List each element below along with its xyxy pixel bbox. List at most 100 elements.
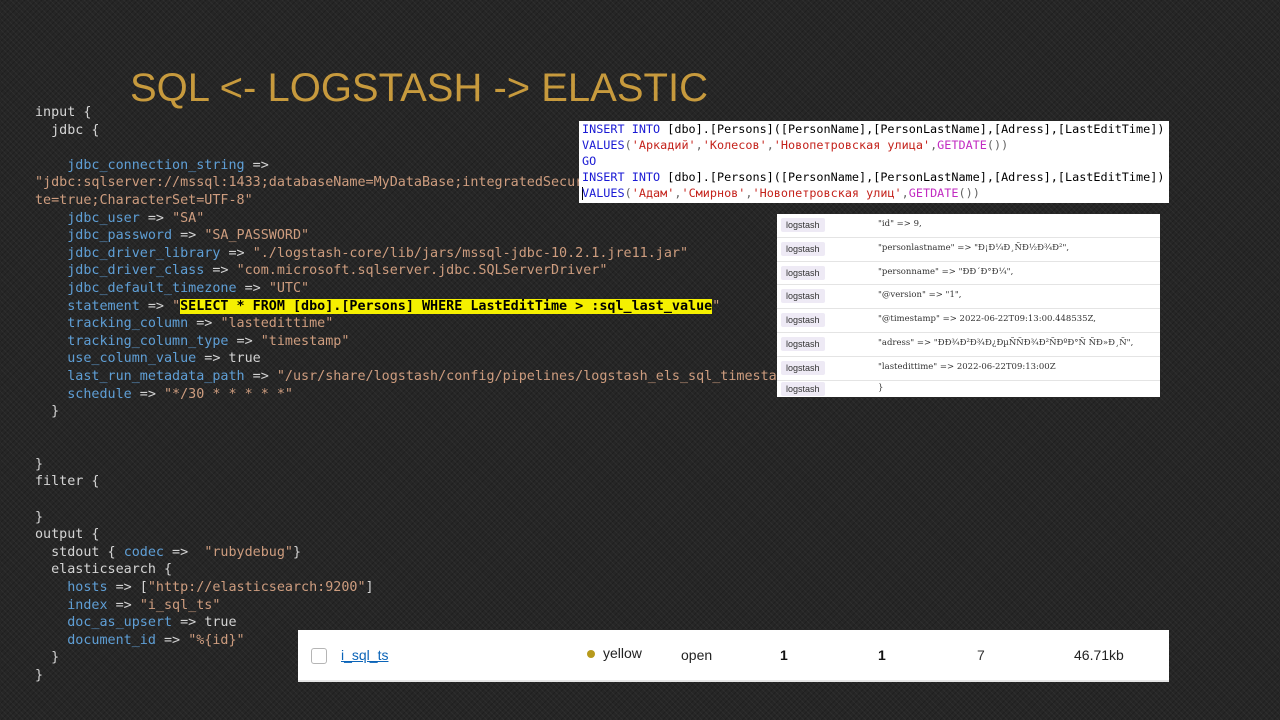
use-column-value-value: true: [228, 351, 261, 367]
row-select-checkbox[interactable]: [311, 648, 327, 664]
code-line: stdout { codec => "rubydebug"}: [35, 544, 302, 560]
sql-table: [dbo].[Persons]: [667, 170, 774, 184]
logstash-tag: logstash: [781, 313, 825, 328]
sql-columns: ([PersonName],[PersonLastName],[Adress],…: [773, 122, 1165, 136]
hosts-value: "http://elasticsearch:9200": [147, 580, 366, 596]
jdbc-user-key: jdbc_user: [67, 210, 140, 226]
jdbc-user-value: "SA": [172, 210, 205, 226]
log-message: "lastedittime" => 2022-06-22T09:13:00Z: [878, 361, 1056, 372]
index-name-link[interactable]: i_sql_ts: [341, 647, 388, 663]
logstash-tag: logstash: [781, 360, 825, 375]
document-id-key: document_id: [67, 632, 156, 648]
sql-line: VALUES('Адам','Смирнов','Новопетровская …: [582, 186, 980, 200]
sql-value: 'Новопетровская улиц': [752, 186, 902, 200]
code-line: jdbc_user => "SA": [67, 210, 205, 226]
code-line: jdbc_default_timezone => "UTC": [67, 280, 310, 296]
code-line: filter {: [35, 473, 875, 491]
schedule-value: "*/30 * * * * *": [164, 386, 293, 402]
tracking-column-type-value: "timestamp": [260, 333, 350, 349]
code-line: schedule => "*/30 * * * * *": [67, 386, 293, 402]
log-row: logstash "personname" => "ÐÐ´Ð°Ð¼",: [777, 262, 1160, 286]
tracking-column-type-key: tracking_column_type: [67, 333, 229, 349]
index-value: "i_sql_ts": [139, 597, 221, 613]
log-row: logstash "@version" => "1",: [777, 285, 1160, 310]
code-line: elasticsearch {: [35, 561, 875, 579]
code-line: use_column_value => true: [67, 351, 261, 367]
logstash-output-panel: logstash "id" => 9, logstash "personlastna…: [777, 214, 1160, 397]
code-line: jdbc_driver_library => "./logstash-core/…: [67, 245, 689, 261]
sql-line: INSERT INTO [dbo].[Persons]([PersonName]…: [582, 169, 1169, 185]
default-timezone-value: "UTC": [268, 280, 310, 296]
sql-value: 'Аркадий': [631, 138, 696, 152]
log-row: logstash "lastedittime" => 2022-06-22T09:…: [777, 357, 1160, 381]
code-line: jdbc_password => "SA_PASSWORD": [67, 228, 310, 244]
index-health: yellow: [603, 645, 642, 661]
log-message: "@version" => "1",: [878, 290, 962, 301]
codec-key: codec: [123, 544, 164, 560]
code-line: tracking_column => "lastedittime": [67, 316, 334, 332]
code-line: }: [35, 456, 875, 474]
jdbc-password-key: jdbc_password: [67, 228, 173, 244]
document-id-value: "%{id}": [188, 632, 245, 648]
input-block-open: input {: [35, 105, 92, 120]
logstash-tag: logstash: [781, 336, 825, 351]
use-column-value-key: use_column_value: [67, 351, 197, 367]
index-replicas: 1: [878, 647, 886, 663]
sql-getdate-function: GETDATE: [908, 186, 959, 200]
arrow-operator: =>: [244, 157, 269, 173]
sql-columns: ([PersonName],[PersonLastName],[Adress],…: [773, 170, 1165, 184]
elasticsearch-block-close: }: [35, 650, 60, 666]
logstash-tag: logstash: [781, 241, 825, 256]
code-line: jdbc_driver_class => "com.microsoft.sqls…: [67, 263, 608, 279]
index-docs-count: 7: [977, 647, 985, 663]
log-message: "adress" => "ÐÐ¾Ð²Ð¾Ð¿ÐµÑÑÐ¾Ð²ÑÐºÐ°Ñ ÑÐ»…: [878, 337, 1134, 348]
index-status: open: [681, 647, 713, 663]
sql-value: 'Смирнов': [681, 186, 746, 200]
sql-line: GO: [582, 153, 1169, 169]
index-table-row: i_sql_ts yellow open 1 1 7 46.71kb: [298, 630, 1169, 682]
connection-string-value-cont: te=true;CharacterSet=UTF-8": [35, 192, 253, 208]
logstash-tag: logstash: [781, 265, 825, 280]
schedule-key: schedule: [67, 386, 132, 402]
sql-value: 'Новопетровская улица': [773, 138, 931, 152]
statement-key: statement: [67, 298, 140, 314]
hosts-key: hosts: [67, 580, 108, 596]
sql-values-keyword: VALUES: [582, 138, 625, 152]
driver-class-value: "com.microsoft.sqlserver.jdbc.SQLServerD…: [236, 263, 608, 279]
driver-library-value: "./logstash-core/lib/jars/mssql-jdbc-10.…: [252, 245, 689, 261]
code-line: tracking_column_type => "timestamp": [67, 333, 350, 349]
log-message: "personlastname" => "Ð¡Ð¼Ð¸ÑÐ½Ð¾Ð²",: [878, 242, 1070, 253]
doc-as-upsert-value: true: [204, 615, 237, 631]
code-line: output {: [35, 526, 875, 544]
index-primaries: 1: [780, 647, 788, 663]
sql-insert-panel: INSERT INTO [dbo].[Persons]([PersonName]…: [579, 121, 1169, 203]
log-row: logstash "id" => 9,: [777, 214, 1160, 238]
sql-table: [dbo].[Persons]: [667, 122, 774, 136]
log-message: "id" => 9,: [878, 219, 922, 229]
connection-string-key: jdbc_connection_string: [67, 157, 245, 173]
logstash-tag: logstash: [781, 381, 825, 396]
code-line: input {: [35, 104, 875, 122]
sql-value: 'Колесов': [702, 138, 767, 152]
jdbc-password-value: "SA_PASSWORD": [204, 228, 310, 244]
connection-string-value: "jdbc:sqlserver://mssql:1433;databaseNam…: [35, 175, 584, 191]
stdout-block-open: stdout {: [35, 544, 116, 560]
default-timezone-key: jdbc_default_timezone: [67, 280, 237, 296]
tracking-column-value: "lastedittime": [220, 316, 334, 332]
code-line: }: [35, 403, 875, 421]
elasticsearch-block-open: elasticsearch {: [35, 562, 173, 578]
code-line: }: [35, 509, 875, 527]
sql-go-keyword: GO: [582, 154, 597, 168]
driver-library-key: jdbc_driver_library: [67, 245, 221, 261]
filter-block-close: }: [35, 509, 44, 525]
sql-values-keyword: VALUES: [582, 186, 625, 200]
log-row: logstash "@timestamp" => 2022-06-22T09:13…: [777, 309, 1160, 333]
log-message: "personname" => "ÐÐ´Ð°Ð¼",: [878, 266, 1014, 277]
output-block-open: output {: [35, 527, 100, 543]
code-line: statement => "SELECT * FROM [dbo].[Perso…: [67, 298, 721, 314]
sql-value: 'Адам': [631, 186, 675, 200]
index-storage-size: 46.71kb: [1074, 647, 1124, 663]
